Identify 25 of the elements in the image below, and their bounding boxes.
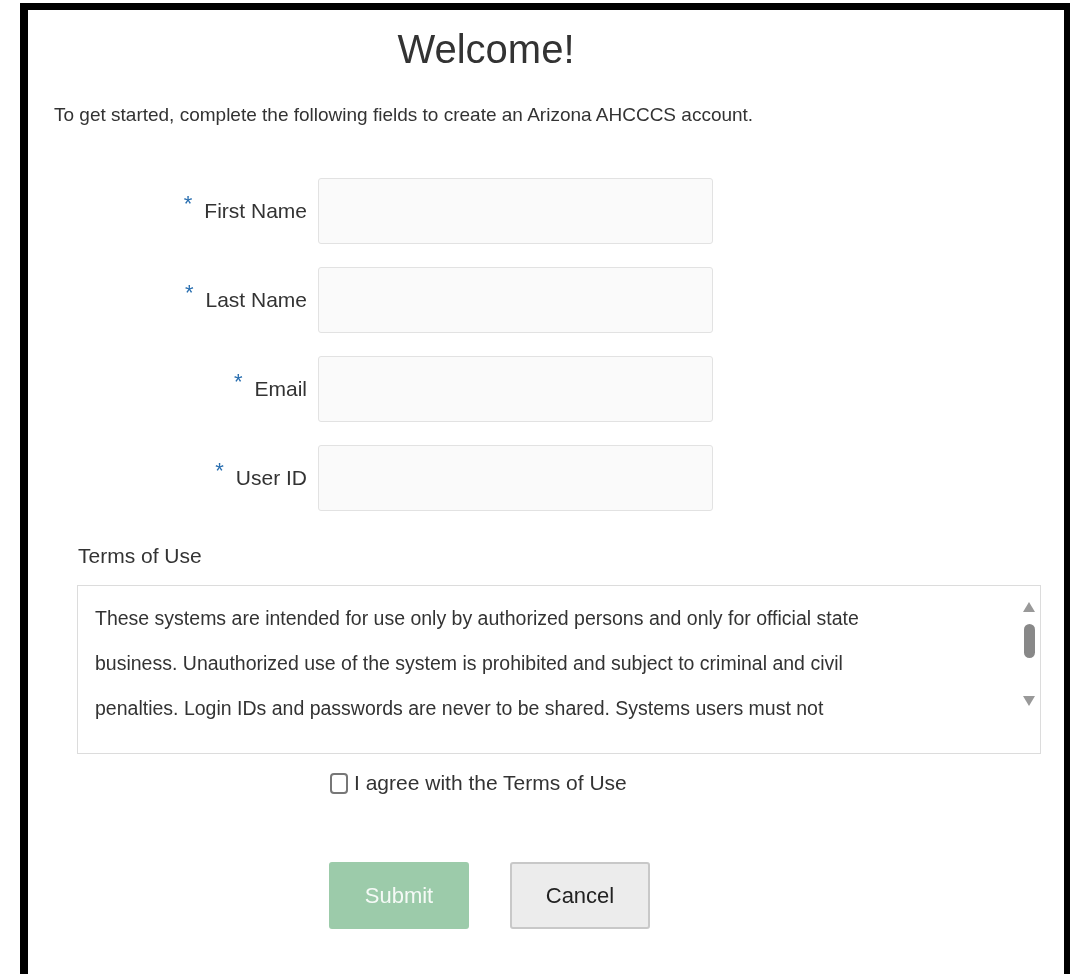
field-label: User ID — [235, 465, 307, 491]
text-field[interactable] — [318, 267, 713, 333]
required-asterisk: * — [183, 193, 193, 215]
text-field[interactable] — [318, 178, 713, 244]
terms-text-line: business. Unauthorized use of the system is prohibited and subject to criminal and civil — [95, 651, 844, 676]
field-label: Last Name — [205, 287, 307, 313]
scroll-thumb[interactable] — [1023, 624, 1035, 658]
field-label: Email — [254, 376, 307, 402]
field-label: First Name — [204, 198, 307, 224]
cancel-button[interactable]: Cancel — [510, 862, 650, 929]
terms-label: Terms of Use — [78, 543, 203, 569]
required-asterisk: * — [233, 371, 243, 393]
required-asterisk: * — [184, 282, 194, 304]
scroll-down-icon[interactable] — [1023, 696, 1035, 706]
text-field[interactable] — [318, 356, 713, 422]
terms-text-line: These systems are intended for use only by authorized persons and only for official state — [95, 606, 860, 631]
agree-checkbox[interactable] — [330, 772, 348, 794]
page-title: Welcome! — [397, 26, 575, 73]
intro-text: To get started, complete the following fields to create an Arizona AHCCCS account. — [54, 103, 755, 127]
scroll-up-icon[interactable] — [1023, 602, 1035, 612]
required-asterisk: * — [215, 460, 224, 482]
agree-label: I agree with the Terms of Use — [354, 770, 627, 796]
terms-text-line: penalties. Login IDs and passwords are never to be shared. Systems users must not — [95, 696, 825, 721]
terms-text-area[interactable] — [77, 585, 1041, 754]
text-field[interactable] — [318, 445, 713, 511]
